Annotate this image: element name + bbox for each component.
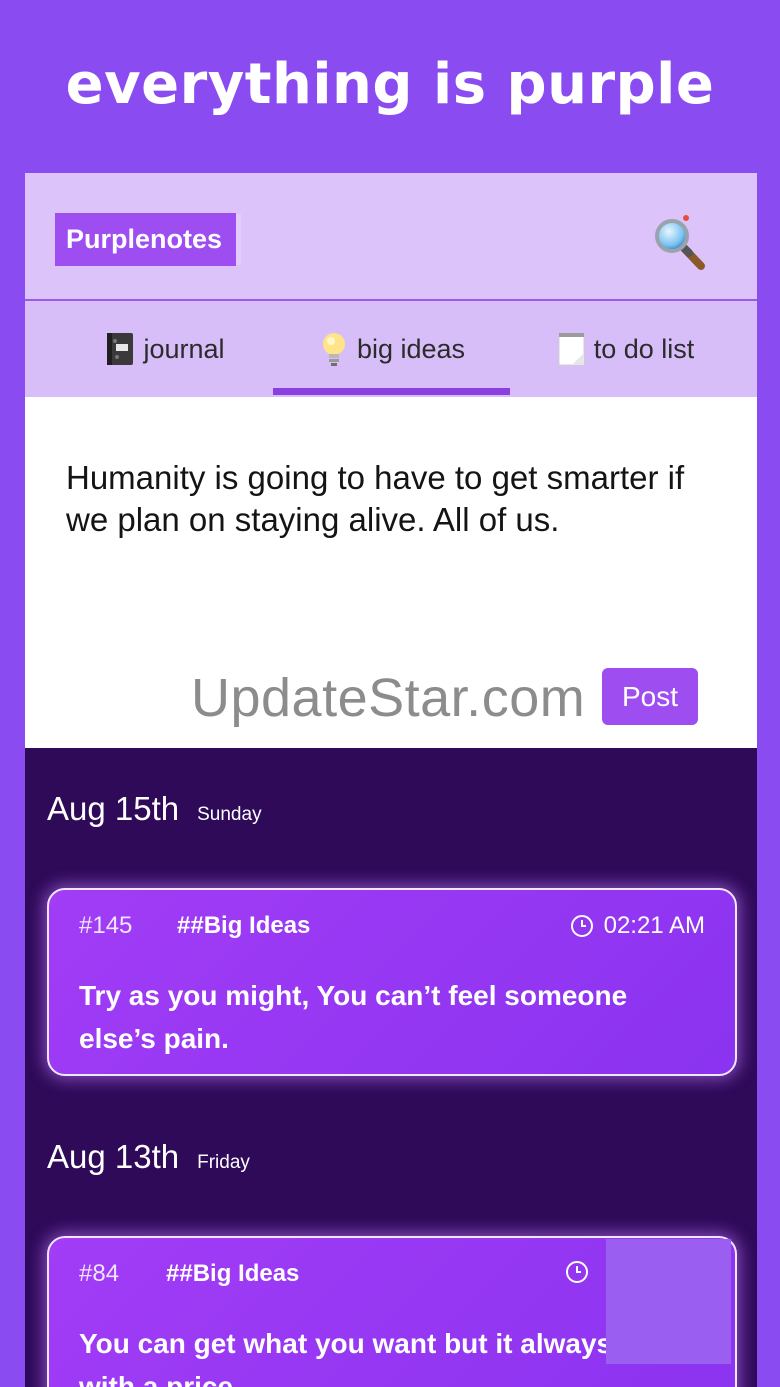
day-weekday: Sunday — [197, 804, 262, 825]
tab-journal-label: journal — [143, 333, 225, 364]
tab-to-do-list[interactable]: to do list — [545, 301, 705, 397]
notebook-icon — [107, 333, 134, 365]
app-screen: Purplenotes journal big ideas to do list… — [25, 173, 757, 1387]
compose-area[interactable]: Humanity is going to have to get smarter… — [25, 397, 757, 748]
day-date: Aug 15th — [47, 790, 180, 827]
note-time-text: 02:21 AM — [603, 912, 705, 939]
day-date: Aug 13th — [47, 1138, 180, 1175]
lightbulb-icon — [322, 333, 345, 366]
app-bar: Purplenotes — [25, 173, 757, 301]
clock-icon — [566, 1261, 588, 1283]
active-tab-indicator — [273, 388, 510, 395]
tab-journal[interactable]: journal — [85, 301, 245, 397]
note-time: 02:21 AM — [570, 912, 705, 940]
clock-icon — [570, 915, 593, 937]
note-tag: ##Big Ideas — [166, 1260, 300, 1287]
note-tag: ##Big Ideas — [177, 912, 311, 939]
tab-to-do-list-label: to do list — [593, 333, 695, 364]
overlay-block — [606, 1239, 731, 1364]
watermark: UpdateStar.com — [191, 668, 586, 728]
tab-big-ideas-label: big ideas — [356, 333, 466, 364]
note-number: #84 — [79, 1260, 120, 1287]
post-button[interactable]: Post — [602, 668, 698, 725]
tab-big-ideas[interactable]: big ideas — [297, 301, 487, 397]
tab-bar: journal big ideas to do list — [25, 301, 757, 397]
notepad-icon — [558, 333, 585, 366]
promo-headline: everything is purple — [65, 52, 715, 117]
day-header: Aug 15th Sunday — [47, 790, 262, 828]
app-logo: Purplenotes — [55, 213, 237, 266]
note-card[interactable]: #145 ##Big Ideas 02:21 AM Try as you mig… — [47, 888, 737, 1076]
note-text: Try as you might, You can’t feel someone… — [79, 980, 628, 1054]
compose-text[interactable]: Humanity is going to have to get smarter… — [66, 457, 726, 541]
note-time — [565, 1260, 599, 1284]
magnifier-icon — [655, 215, 705, 270]
day-header: Aug 13th Friday — [47, 1138, 250, 1176]
note-number: #145 — [79, 912, 133, 939]
day-weekday: Friday — [197, 1152, 250, 1173]
search-button[interactable] — [651, 215, 707, 271]
